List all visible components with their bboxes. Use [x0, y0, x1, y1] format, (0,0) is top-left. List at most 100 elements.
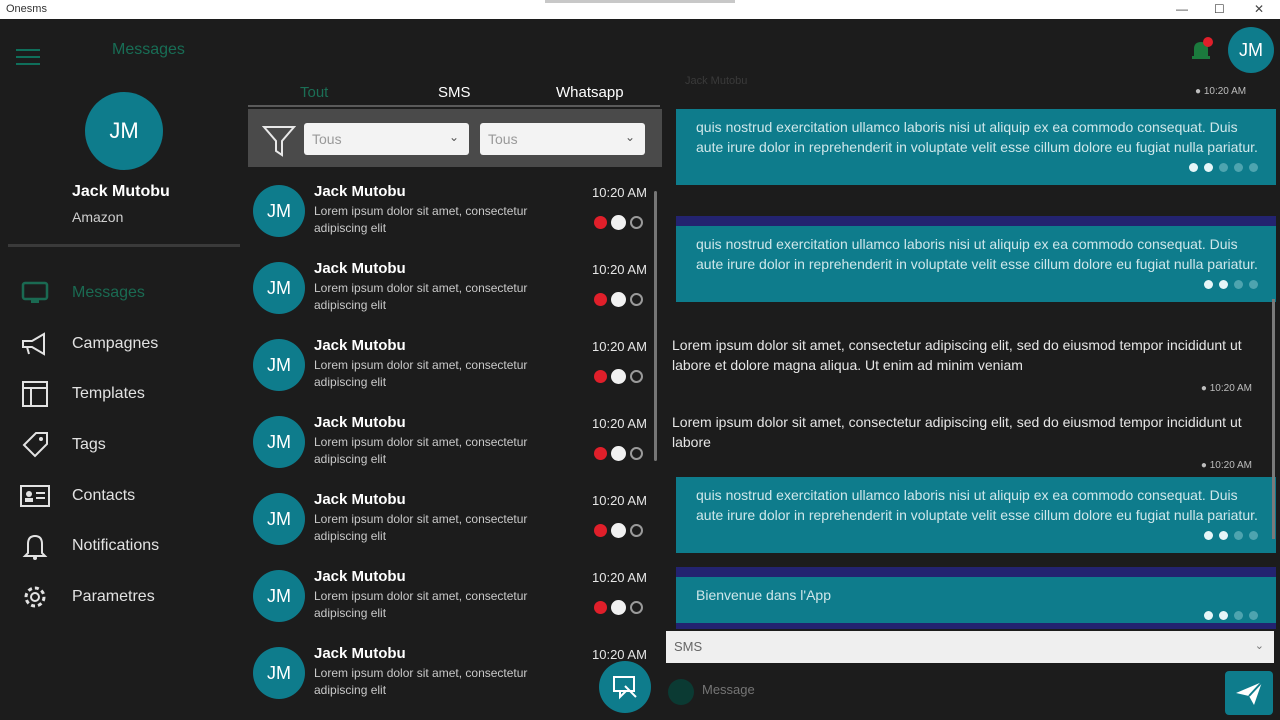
status-badges [594, 600, 643, 615]
status-icon [1234, 280, 1243, 289]
delivered-icon [1204, 611, 1213, 620]
bell-icon [18, 531, 52, 561]
hamburger-menu-icon[interactable] [16, 49, 40, 65]
message-time: 10:20 AM [592, 570, 647, 585]
nav-label: Contacts [72, 487, 136, 504]
unread-dot-icon [594, 601, 607, 614]
message-status [696, 280, 1258, 292]
message-status [696, 163, 1258, 175]
message-bubble-outgoing: quis nostrud exercitation ullamco labori… [676, 226, 1276, 302]
status-badges [594, 292, 643, 307]
unread-dot-icon [594, 370, 607, 383]
avatar: JM [253, 262, 305, 314]
contact-name: Jack Mutobu [314, 260, 406, 277]
unread-dot-icon [594, 216, 607, 229]
contact-name: Jack Mutobu [314, 183, 406, 200]
profile-name: Jack Mutobu [72, 183, 170, 200]
send-icon [1236, 681, 1263, 705]
maximize-button[interactable]: ☐ [1214, 2, 1225, 16]
status-badges [594, 446, 643, 461]
message-separator [676, 623, 1276, 629]
message-bubble-outgoing: Bienvenue dans l'App [676, 577, 1276, 629]
status-ring-icon [630, 447, 643, 460]
user-avatar[interactable]: JM [1228, 27, 1274, 73]
nav-item-notifications[interactable]: Notifications [18, 529, 238, 563]
avatar: JM [253, 570, 305, 622]
message-time: 10:20 AM [592, 416, 647, 431]
template-icon [18, 379, 52, 409]
message-preview: Lorem ipsum dolor sit amet, consectetur … [314, 589, 528, 620]
send-button[interactable] [1225, 671, 1273, 715]
title-drag-handle[interactable] [545, 0, 735, 3]
message-text: Bienvenue dans l'App [696, 587, 831, 603]
unread-dot-icon [594, 524, 607, 537]
list-item[interactable]: JM Jack Mutobu Lorem ipsum dolor sit ame… [248, 331, 658, 401]
message-preview: Lorem ipsum dolor sit amet, consectetur … [314, 512, 528, 543]
tab-sms[interactable]: SMS [438, 84, 471, 101]
avatar: JM [253, 339, 305, 391]
chat-bubble-icon [611, 369, 626, 384]
chat-messages: quis nostrud exercitation ullamco labori… [666, 99, 1280, 629]
list-item[interactable]: JM Jack Mutobu Lorem ipsum dolor sit ame… [248, 562, 658, 632]
message-status [696, 531, 1258, 543]
page-title: Messages [112, 41, 185, 58]
nav-item-tags[interactable]: Tags [18, 428, 238, 462]
nav-label: Notifications [72, 537, 160, 554]
nav-item-messages[interactable]: Messages [18, 276, 238, 310]
message-text: quis nostrud exercitation ullamco labori… [696, 119, 1258, 155]
nav-item-contacts[interactable]: Contacts [18, 479, 238, 513]
status-icon [1234, 611, 1243, 620]
chat-scrollbar[interactable] [1272, 299, 1275, 539]
nav-item-campagnes[interactable]: Campagnes [18, 327, 238, 361]
delivered-icon [1189, 163, 1198, 172]
app-root: Messages JM JM Jack Mutobu Amazon Messag… [0, 19, 1280, 720]
message-input[interactable] [702, 682, 1202, 697]
list-item[interactable]: JM Jack Mutobu Lorem ipsum dolor sit ame… [248, 639, 658, 709]
attach-icon[interactable] [668, 679, 694, 705]
nav-item-templates[interactable]: Templates [18, 377, 238, 411]
tag-icon [18, 430, 52, 460]
message-preview: Lorem ipsum dolor sit amet, consectetur … [314, 358, 528, 389]
status-ring-icon [630, 293, 643, 306]
status-ring-icon [630, 524, 643, 537]
message-bubble-incoming: Lorem ipsum dolor sit amet, consectetur … [672, 335, 1262, 399]
nav-label: Messages [72, 284, 145, 301]
message-text: quis nostrud exercitation ullamco labori… [696, 487, 1258, 523]
message-type-select[interactable]: SMS ⌄ [666, 631, 1274, 663]
notification-bell-icon[interactable] [1190, 37, 1214, 63]
list-item[interactable]: JM Jack Mutobu Lorem ipsum dolor sit ame… [248, 485, 658, 555]
message-text: Lorem ipsum dolor sit amet, consectetur … [672, 337, 1242, 373]
conversation-scrollbar[interactable] [654, 191, 657, 461]
close-window-button[interactable]: ✕ [1254, 2, 1264, 16]
chat-bubble-icon [611, 523, 626, 538]
list-item[interactable]: JM Jack Mutobu Lorem ipsum dolor sit ame… [248, 177, 658, 247]
tab-tout[interactable]: Tout [300, 84, 328, 101]
status-icon [1249, 611, 1258, 620]
status-icon [1219, 163, 1228, 172]
new-message-button[interactable] [599, 661, 651, 713]
time-text: 10:20 AM [1209, 383, 1252, 394]
tab-whatsapp[interactable]: Whatsapp [556, 84, 624, 101]
sidebar-divider [8, 244, 240, 247]
message-time: 10:20 AM [592, 339, 647, 354]
channel-tabs: Tout SMS Whatsapp [248, 81, 660, 107]
filter-icon[interactable] [261, 123, 297, 159]
list-item[interactable]: JM Jack Mutobu Lorem ipsum dolor sit ame… [248, 408, 658, 478]
message-preview: Lorem ipsum dolor sit amet, consectetur … [314, 204, 528, 235]
nav-item-parametres[interactable]: Parametres [18, 580, 238, 614]
avatar: JM [253, 416, 305, 468]
filter-select-status[interactable]: Tous ⌄ [304, 123, 469, 155]
gear-icon [18, 582, 52, 612]
message-time: 10:20 AM [592, 647, 647, 662]
chevron-down-icon: ⌄ [624, 130, 635, 144]
profile-avatar: JM [85, 92, 163, 170]
filter-select-type[interactable]: Tous ⌄ [480, 123, 645, 155]
message-time: ● 10:20 AM [1195, 86, 1247, 97]
status-badges [594, 523, 643, 538]
list-item[interactable]: JM Jack Mutobu Lorem ipsum dolor sit ame… [248, 254, 658, 324]
nav-label: Campagnes [72, 335, 159, 352]
megaphone-icon [18, 329, 52, 359]
message-time: ● 10:20 AM [1200, 460, 1252, 471]
chat-bubble-icon [611, 215, 626, 230]
minimize-button[interactable]: — [1176, 2, 1188, 16]
